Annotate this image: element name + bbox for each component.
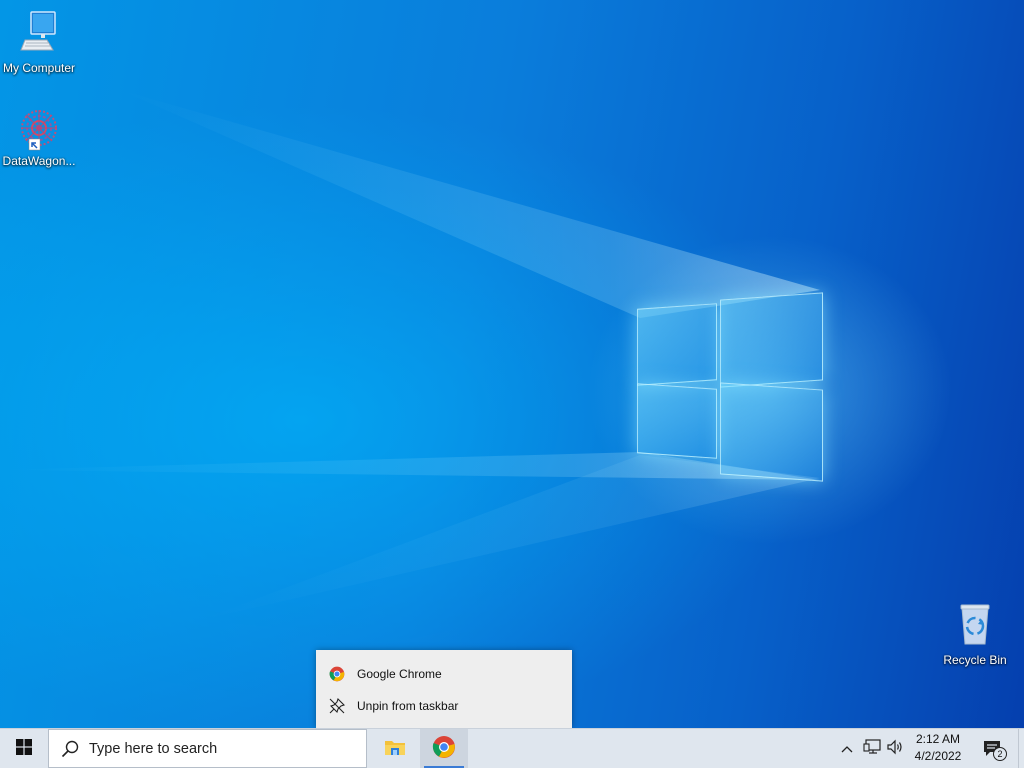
clock-date: 4/2/2022: [914, 749, 962, 763]
taskbar: Type here to search 2:12 AM 4/2/2022 2: [0, 728, 1024, 768]
clock-time: 2:12 AM: [915, 732, 961, 746]
taskbar-app-google-chrome[interactable]: [420, 729, 468, 768]
desktop-icon-label: DataWagon...: [2, 154, 76, 168]
menu-item-unpin-from-taskbar[interactable]: Unpin from taskbar: [316, 690, 572, 722]
menu-item-label: Google Chrome: [357, 667, 442, 681]
show-hidden-icons-button[interactable]: [836, 729, 858, 768]
search-placeholder: Type here to search: [89, 740, 218, 757]
unpin-icon: [329, 698, 345, 714]
taskbar-app-file-explorer[interactable]: [371, 729, 419, 768]
notification-count-badge: 2: [993, 746, 1007, 761]
desktop-icon-recycle-bin[interactable]: Recycle Bin: [936, 602, 1014, 667]
wallpaper-light-beams: [0, 90, 820, 620]
computer-icon: [0, 10, 78, 59]
datawagon-shortcut-icon: [17, 106, 61, 152]
desktop-icon-datawagon[interactable]: DataWagon...: [0, 106, 78, 168]
notification-icon: 2: [982, 739, 1007, 761]
chrome-icon: [432, 735, 456, 762]
taskbar-clock[interactable]: 2:12 AM 4/2/2022: [910, 731, 966, 765]
windows-logo-icon: [16, 739, 32, 758]
desktop-icon-my-computer[interactable]: My Computer: [0, 10, 78, 75]
chrome-icon: [329, 666, 345, 682]
network-icon: [863, 739, 881, 758]
volume-icon: [886, 739, 904, 758]
volume-button[interactable]: [884, 729, 906, 768]
recycle-bin-icon: [936, 602, 1014, 651]
show-desktop-button[interactable]: [1018, 729, 1024, 768]
file-explorer-icon: [384, 738, 406, 759]
network-button[interactable]: [860, 729, 884, 768]
taskbar-jump-list-menu: Google Chrome Unpin from taskbar: [316, 650, 572, 728]
menu-item-label: Unpin from taskbar: [357, 699, 459, 713]
desktop-icon-label: My Computer: [2, 61, 76, 75]
menu-item-google-chrome[interactable]: Google Chrome: [316, 658, 572, 690]
desktop-icon-label: Recycle Bin: [943, 653, 1007, 667]
chevron-up-icon: [841, 742, 853, 756]
taskbar-search-box[interactable]: Type here to search: [48, 729, 367, 768]
search-icon: [61, 740, 79, 758]
desktop[interactable]: My Computer DataWagon... Recycle Bin Goo…: [0, 0, 1024, 728]
action-center-button[interactable]: 2: [978, 729, 1008, 768]
start-button[interactable]: [0, 729, 48, 768]
